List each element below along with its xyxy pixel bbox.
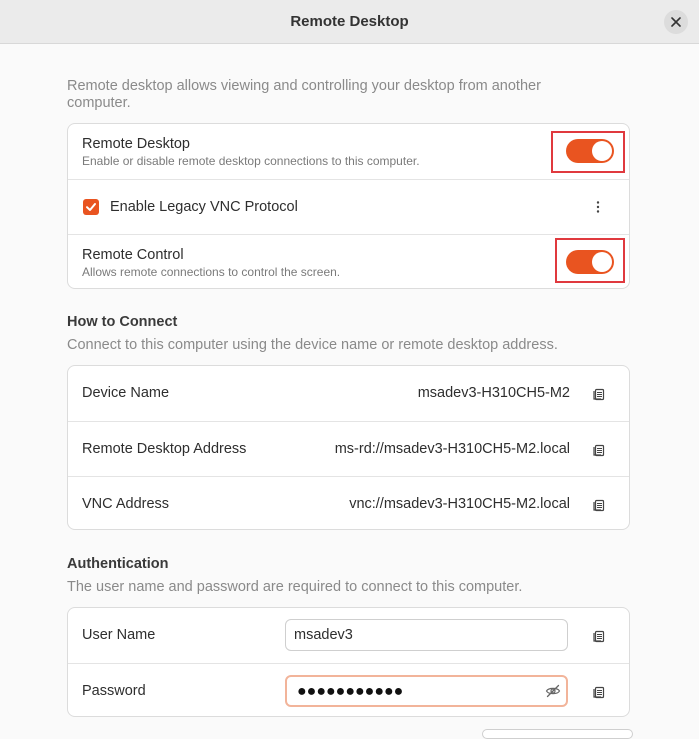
device-name-value: msadev3-H310CH5-M2 — [417, 385, 570, 401]
remote-control-title: Remote Control — [82, 247, 184, 263]
remote-desktop-row: Remote Desktop Enable or disable remote … — [68, 124, 629, 179]
remote-desktop-address-label: Remote Desktop Address — [82, 441, 247, 457]
remote-desktop-address-value: ms-rd://msadev3-H310CH5-M2.local — [334, 441, 570, 457]
how-to-connect-title: How to Connect — [67, 314, 178, 330]
vnc-address-row: VNC Address vnc://msadev3-H310CH5-M2.loc… — [68, 476, 629, 531]
device-name-label: Device Name — [82, 385, 170, 401]
copy-vnc-address-button[interactable] — [592, 498, 606, 512]
vertical-ellipsis-icon — [596, 201, 600, 213]
eye-slash-icon — [545, 684, 561, 698]
copy-password-button[interactable] — [592, 685, 606, 699]
user-name-row: User Name — [68, 608, 629, 663]
legacy-vnc-row: Enable Legacy VNC Protocol — [68, 179, 629, 234]
copy-user-name-button[interactable] — [592, 629, 606, 643]
copy-icon — [593, 499, 605, 512]
copy-icon — [593, 630, 605, 643]
user-name-input[interactable] — [285, 619, 568, 651]
remote-control-row: Remote Control Allows remote connections… — [68, 234, 629, 290]
device-name-row: Device Name msadev3-H310CH5-M2 — [68, 366, 629, 421]
password-label: Password — [82, 683, 146, 699]
remote-control-subtitle: Allows remote connections to control the… — [82, 265, 341, 279]
intro-description: Remote desktop allows viewing and contro… — [67, 78, 541, 111]
close-icon — [671, 17, 681, 27]
remote-desktop-subtitle: Enable or disable remote desktop connect… — [82, 154, 420, 168]
title-bar: Remote Desktop — [0, 0, 699, 44]
authentication-card: User Name Password ●●●●●●●●●●● — [67, 607, 630, 717]
authentication-title: Authentication — [67, 556, 169, 572]
switch-knob — [592, 252, 612, 272]
legacy-vnc-menu-button[interactable] — [588, 197, 608, 217]
copy-device-name-button[interactable] — [592, 387, 606, 401]
remote-desktop-address-row: Remote Desktop Address ms-rd://msadev3-H… — [68, 421, 629, 476]
checkmark-icon — [86, 203, 96, 211]
copy-remote-desktop-address-button[interactable] — [592, 443, 606, 457]
user-name-label: User Name — [82, 627, 156, 643]
copy-icon — [593, 388, 605, 401]
how-to-connect-description: Connect to this computer using the devic… — [67, 337, 558, 353]
authentication-description: The user name and password are required … — [67, 579, 523, 595]
remote-desktop-title: Remote Desktop — [82, 136, 190, 152]
remote-control-switch[interactable] — [566, 250, 614, 274]
vnc-address-value: vnc://msadev3-H310CH5-M2.local — [349, 496, 570, 512]
remote-desktop-settings-card: Remote Desktop Enable or disable remote … — [67, 123, 630, 289]
legacy-vnc-checkbox[interactable] — [83, 199, 99, 215]
close-button[interactable] — [664, 10, 688, 34]
copy-icon — [593, 686, 605, 699]
copy-icon — [593, 444, 605, 457]
switch-knob — [592, 141, 612, 161]
toggle-password-visibility-button[interactable] — [545, 683, 561, 699]
password-row: Password ●●●●●●●●●●● — [68, 663, 629, 718]
window-title: Remote Desktop — [290, 13, 409, 30]
connection-info-card: Device Name msadev3-H310CH5-M2 Remote De… — [67, 365, 630, 530]
remote-desktop-switch[interactable] — [566, 139, 614, 163]
legacy-vnc-label: Enable Legacy VNC Protocol — [110, 199, 298, 215]
vnc-address-label: VNC Address — [82, 496, 170, 512]
password-mask: ●●●●●●●●●●● — [297, 683, 404, 700]
password-input[interactable]: ●●●●●●●●●●● — [285, 675, 568, 707]
bottom-action-button[interactable] — [482, 729, 633, 739]
